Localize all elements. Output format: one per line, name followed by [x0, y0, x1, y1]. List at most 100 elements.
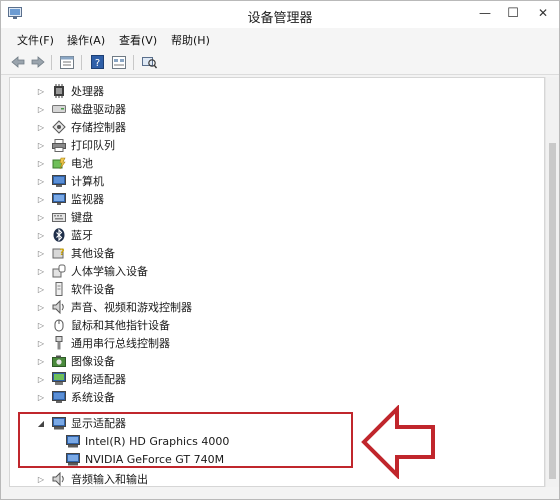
toolbar-separator [133, 55, 134, 70]
tree-node-label: 打印队列 [71, 139, 115, 152]
back-arrow-icon[interactable] [10, 54, 26, 70]
tree-node-label: 计算机 [71, 175, 104, 188]
printer-icon [51, 137, 67, 153]
expand-arrow-icon[interactable]: ▷ [36, 87, 46, 96]
device-manager-window: 设备管理器 — ☐ ✕ 文件(F) 操作(A) 查看(V) 帮助(H) ? ▷ … [0, 0, 560, 500]
tree-node-sound-video-game[interactable]: ▷ 声音、视频和游戏控制器 [36, 298, 192, 316]
tree-node-label: 存储控制器 [71, 121, 126, 134]
expand-arrow-icon[interactable]: ▷ [36, 393, 46, 402]
expand-arrow-icon[interactable]: ▷ [36, 195, 46, 204]
tree-node-storage-controllers[interactable]: ▷ 存储控制器 [36, 118, 126, 136]
expand-arrow-icon[interactable]: ▷ [36, 105, 46, 114]
processor-icon [51, 83, 67, 99]
tree-node-label: 软件设备 [71, 283, 115, 296]
menu-action[interactable]: 操作(A) [67, 32, 105, 48]
expand-arrow-icon[interactable]: ▷ [36, 231, 46, 240]
expand-arrow-icon[interactable]: ▷ [36, 285, 46, 294]
tree-node-disk-drives[interactable]: ▷ 磁盘驱动器 [36, 100, 126, 118]
battery-icon [51, 155, 67, 171]
scan-hardware-icon[interactable] [141, 54, 157, 70]
menu-help[interactable]: 帮助(H) [171, 32, 210, 48]
tree-node-mice[interactable]: ▷ 鼠标和其他指针设备 [36, 316, 170, 334]
tree-node-other-devices[interactable]: ▷ ? 其他设备 [36, 244, 115, 262]
expand-arrow-icon[interactable]: ▷ [36, 159, 46, 168]
tree-node-keyboards[interactable]: ▷ 键盘 [36, 208, 93, 226]
svg-text:?: ? [94, 58, 99, 69]
show-hidden-icon[interactable] [111, 54, 127, 70]
annotation-highlight-box [18, 412, 353, 468]
help-icon[interactable]: ? [89, 54, 105, 70]
maximize-button[interactable]: ☐ [501, 2, 525, 24]
usb-icon [51, 335, 67, 351]
tree-node-label: 蓝牙 [71, 229, 93, 242]
expand-arrow-icon[interactable]: ▷ [36, 213, 46, 222]
menu-bar: 文件(F) 操作(A) 查看(V) 帮助(H) [1, 28, 559, 51]
properties-icon[interactable] [59, 54, 75, 70]
expand-arrow-icon[interactable]: ▷ [36, 177, 46, 186]
close-button[interactable]: ✕ [531, 2, 555, 24]
title-bar: 设备管理器 — ☐ ✕ [1, 1, 559, 28]
mouse-icon [51, 317, 67, 333]
tree-node-label: 处理器 [71, 85, 104, 98]
expand-arrow-icon[interactable]: ▷ [36, 375, 46, 384]
other-device-icon: ? [51, 245, 67, 261]
tree-node-label: 系统设备 [71, 391, 115, 404]
toolbar-separator [51, 55, 52, 70]
monitor-icon [51, 191, 67, 207]
expand-arrow-icon[interactable]: ▷ [36, 475, 46, 484]
toolbar: ? [1, 51, 559, 75]
tree-node-bluetooth[interactable]: ▷ 蓝牙 [36, 226, 93, 244]
hid-icon [51, 263, 67, 279]
svg-text:?: ? [59, 248, 64, 258]
tree-node-hid[interactable]: ▷ 人体学输入设备 [36, 262, 148, 280]
bluetooth-icon [51, 227, 67, 243]
expand-arrow-icon[interactable]: ▷ [36, 267, 46, 276]
tree-node-batteries[interactable]: ▷ 电池 [36, 154, 93, 172]
audio-io-icon [51, 471, 67, 486]
computer-icon [51, 173, 67, 189]
tree-node-label: 网络适配器 [71, 373, 126, 386]
expand-arrow-icon[interactable]: ▷ [36, 303, 46, 312]
sound-icon [51, 299, 67, 315]
minimize-button[interactable]: — [473, 2, 497, 24]
tree-node-label: 通用串行总线控制器 [71, 337, 170, 350]
toolbar-separator [81, 55, 82, 70]
tree-node-label: 声音、视频和游戏控制器 [71, 301, 192, 314]
tree-node-imaging-devices[interactable]: ▷ 图像设备 [36, 352, 115, 370]
expand-arrow-icon[interactable]: ▷ [36, 141, 46, 150]
tree-node-label: 键盘 [71, 211, 93, 224]
vertical-scrollbar[interactable] [545, 77, 559, 487]
tree-node-software-devices[interactable]: ▷ 软件设备 [36, 280, 115, 298]
expand-arrow-icon[interactable]: ▷ [36, 123, 46, 132]
tree-node-label: 鼠标和其他指针设备 [71, 319, 170, 332]
imaging-device-icon [51, 353, 67, 369]
forward-arrow-icon[interactable] [30, 54, 46, 70]
tree-node-label: 人体学输入设备 [71, 265, 148, 278]
tree-node-print-queues[interactable]: ▷ 打印队列 [36, 136, 115, 154]
network-adapter-icon [51, 371, 67, 387]
tree-node-label: 磁盘驱动器 [71, 103, 126, 116]
tree-node-label: 图像设备 [71, 355, 115, 368]
menu-file[interactable]: 文件(F) [17, 32, 54, 48]
tree-node-label: 电池 [71, 157, 93, 170]
disk-drive-icon [51, 101, 67, 117]
tree-node-processor[interactable]: ▷ 处理器 [36, 82, 104, 100]
tree-node-usb-controllers[interactable]: ▷ 通用串行总线控制器 [36, 334, 170, 352]
tree-node-network-adapters[interactable]: ▷ 网络适配器 [36, 370, 126, 388]
tree-node-label: 监视器 [71, 193, 104, 206]
expand-arrow-icon[interactable]: ▷ [36, 321, 46, 330]
menu-view[interactable]: 查看(V) [119, 32, 157, 48]
keyboard-icon [51, 209, 67, 225]
tree-node-monitors[interactable]: ▷ 监视器 [36, 190, 104, 208]
tree-node-audio-io[interactable]: ▷ 音频输入和输出 [36, 470, 148, 486]
tree-node-computer[interactable]: ▷ 计算机 [36, 172, 104, 190]
tree-node-label: 音频输入和输出 [71, 473, 148, 486]
expand-arrow-icon[interactable]: ▷ [36, 339, 46, 348]
software-device-icon [51, 281, 67, 297]
annotation-arrow-icon [361, 405, 435, 479]
tree-node-system-devices[interactable]: ▷ 系统设备 [36, 388, 115, 406]
expand-arrow-icon[interactable]: ▷ [36, 249, 46, 258]
tree-node-label: 其他设备 [71, 247, 115, 260]
expand-arrow-icon[interactable]: ▷ [36, 357, 46, 366]
scrollbar-thumb[interactable] [549, 143, 556, 479]
